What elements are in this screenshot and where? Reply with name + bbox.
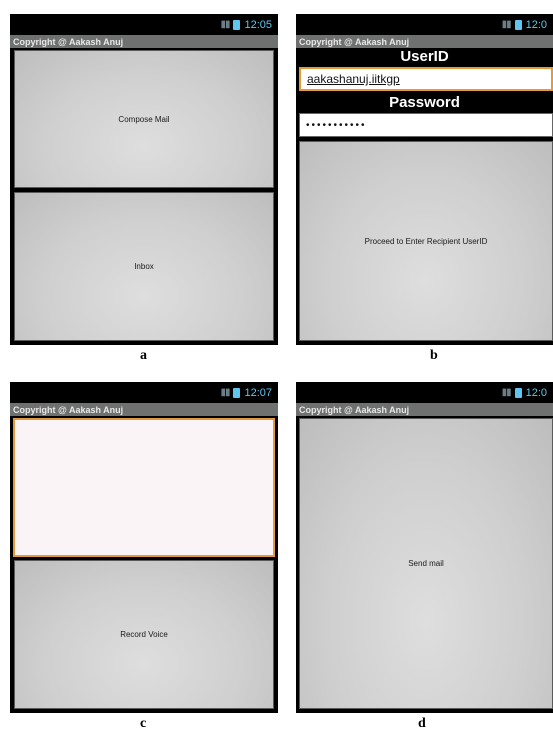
caption-c: c <box>140 716 147 731</box>
phone-screen-a: ▮▮ 12:05 Copyright @ Aakash Anuj Compose… <box>10 14 278 345</box>
password-field[interactable]: ••••••••••• <box>299 113 553 137</box>
proceed-button[interactable]: Proceed to Enter Recipient UserID <box>299 141 553 341</box>
app-title-bar: Copyright @ Aakash Anuj <box>10 35 278 48</box>
record-voice-button[interactable]: Record Voice <box>14 560 274 709</box>
password-label: Password <box>296 94 553 112</box>
signal-icon: ▮▮ <box>501 19 512 30</box>
signal-icon: ▮▮ <box>220 19 230 30</box>
userid-value: aakashanuj.iitkgp <box>307 72 400 86</box>
caption-a: a <box>140 348 147 363</box>
compose-mail-label: Compose Mail <box>118 114 170 124</box>
status-bar: ▮▮ 12:05 <box>10 14 278 35</box>
app-title-bar: Copyright @ Aakash Anuj <box>10 403 278 416</box>
userid-field[interactable]: aakashanuj.iitkgp <box>299 67 553 91</box>
status-bar: ▮▮ 12:0 <box>296 382 553 403</box>
send-mail-label: Send mail <box>408 559 444 568</box>
status-time: 12:05 <box>244 18 272 31</box>
record-voice-label: Record Voice <box>120 630 168 639</box>
phone-screen-b: ▮▮ 12:0 Copyright @ Aakash Anuj UserID a… <box>296 14 553 345</box>
battery-icon <box>233 387 241 398</box>
proceed-label: Proceed to Enter Recipient UserID <box>364 236 488 246</box>
inbox-label: Inbox <box>134 262 154 271</box>
inbox-button[interactable]: Inbox <box>14 192 274 341</box>
status-time: 12:07 <box>244 386 272 399</box>
caption-d: d <box>418 716 426 731</box>
status-bar: ▮▮ 12:07 <box>10 382 278 403</box>
battery-icon <box>233 19 241 30</box>
voice-text-area[interactable] <box>13 418 275 557</box>
send-mail-button[interactable]: Send mail <box>299 418 553 709</box>
password-value: ••••••••••• <box>306 119 367 131</box>
status-time: 12:0 <box>525 18 547 31</box>
status-time: 12:0 <box>525 386 547 399</box>
phone-screen-d: ▮▮ 12:0 Copyright @ Aakash Anuj Send mai… <box>296 382 553 713</box>
signal-icon: ▮▮ <box>501 387 512 398</box>
battery-icon <box>514 387 522 398</box>
compose-mail-button[interactable]: Compose Mail <box>14 50 274 188</box>
app-title-bar: Copyright @ Aakash Anuj <box>296 403 553 416</box>
userid-label: UserID <box>296 48 553 66</box>
caption-b: b <box>430 348 438 363</box>
status-bar: ▮▮ 12:0 <box>296 14 553 35</box>
app-title-bar: Copyright @ Aakash Anuj <box>296 35 553 48</box>
battery-icon <box>514 19 522 30</box>
signal-icon: ▮▮ <box>220 387 230 398</box>
phone-screen-c: ▮▮ 12:07 Copyright @ Aakash Anuj Record … <box>10 382 278 713</box>
